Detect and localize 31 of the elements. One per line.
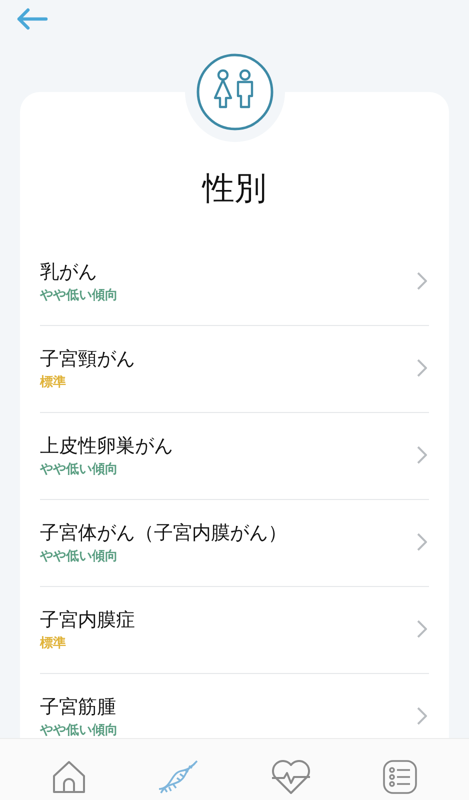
- list-row[interactable]: 子宮頸がん 標準: [40, 326, 429, 413]
- chevron-right-icon: [417, 620, 427, 638]
- list-row[interactable]: 子宮内膜症 標準: [40, 587, 429, 674]
- chevron-right-icon: [417, 446, 427, 464]
- list-row[interactable]: 上皮性卵巣がん やや低い傾向: [40, 413, 429, 500]
- page-title: 性別: [200, 168, 268, 209]
- list-icon[interactable]: [382, 759, 418, 795]
- list-row[interactable]: 乳がん やや低い傾向: [40, 239, 429, 326]
- chevron-right-icon: [417, 533, 427, 551]
- condition-name: 子宮筋腫: [40, 695, 116, 719]
- condition-name: 子宮内膜症: [40, 608, 135, 632]
- risk-level: やや低い傾向: [40, 287, 118, 304]
- home-icon[interactable]: [51, 759, 88, 795]
- condition-name: 子宮体がん（子宮内膜がん）: [40, 521, 287, 545]
- man-woman-icon: [196, 53, 274, 131]
- heart-pulse-icon[interactable]: [270, 759, 312, 795]
- condition-name: 乳がん: [40, 260, 97, 284]
- dna-icon[interactable]: [157, 759, 200, 795]
- list-row[interactable]: 子宮体がん（子宮内膜がん） やや低い傾向: [40, 500, 429, 587]
- list-row[interactable]: 子宮筋腫 やや低い傾向: [40, 674, 429, 738]
- condition-name: 子宮頸がん: [40, 347, 135, 371]
- risk-level: やや低い傾向: [40, 461, 118, 478]
- risk-level: やや低い傾向: [40, 548, 118, 565]
- risk-level: 標準: [40, 374, 66, 391]
- condition-name: 上皮性卵巣がん: [40, 434, 173, 458]
- risk-level: 標準: [40, 635, 66, 652]
- chevron-right-icon: [417, 707, 427, 725]
- chevron-right-icon: [417, 359, 427, 377]
- back-icon[interactable]: [16, 8, 48, 30]
- risk-level: やや低い傾向: [40, 722, 118, 738]
- chevron-right-icon: [417, 272, 427, 290]
